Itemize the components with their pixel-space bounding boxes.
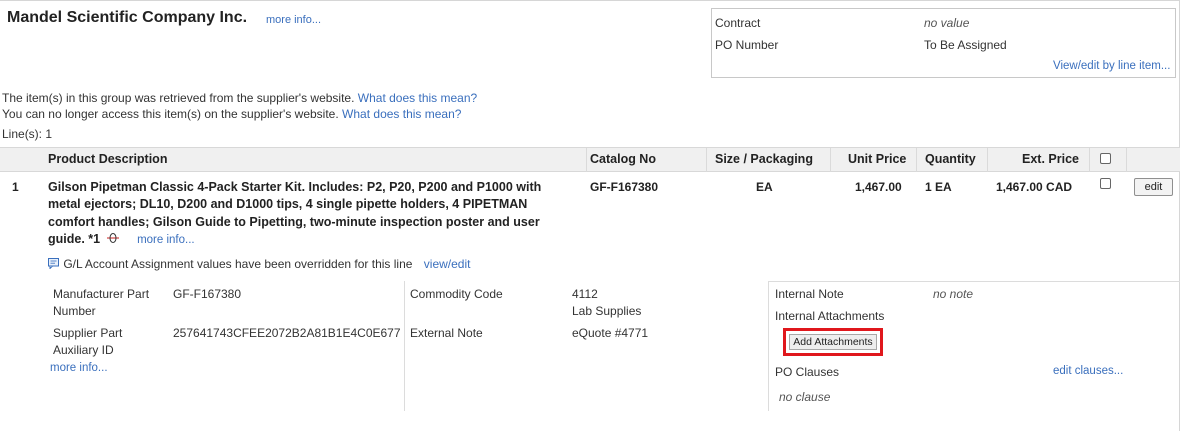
header-unit-price: Unit Price: [848, 152, 907, 166]
contract-label: Contract: [715, 16, 761, 30]
gl-notice: G/L Account Assignment values have been …: [48, 257, 470, 271]
flag-icon: [106, 232, 119, 243]
no-access-notice-text: You can no longer access this item(s) on…: [2, 107, 339, 121]
supplier-more-info-link[interactable]: more info...: [266, 14, 321, 26]
no-clause-text: no clause: [779, 390, 831, 404]
po-clauses-label: PO Clauses: [775, 365, 840, 379]
internal-attachments-label: Internal Attachments: [775, 309, 885, 323]
details-more-info-link[interactable]: more info...: [50, 362, 108, 374]
supplier-aux-label-2: Auxiliary ID: [53, 343, 114, 357]
retrieved-notice: The item(s) in this group was retrieved …: [2, 91, 477, 105]
mfr-part-value: GF-F167380: [173, 287, 242, 301]
no-access-notice: You can no longer access this item(s) on…: [2, 107, 461, 121]
product-more-info-link[interactable]: more info...: [137, 234, 195, 246]
lines-count: Line(s): 1: [2, 127, 53, 141]
header-catalog-no: Catalog No: [590, 152, 656, 166]
header-product-description: Product Description: [48, 152, 168, 166]
what-does-this-mean-link-2[interactable]: What does this mean?: [342, 107, 461, 121]
internal-note-label: Internal Note: [775, 287, 844, 301]
supplier-aux-value: 257641743CFEE2072B2A81B1E4C0E677: [173, 326, 401, 340]
product-description-text: Gilson Pipetman Classic 4-Pack Starter K…: [48, 180, 542, 246]
what-does-this-mean-link-1[interactable]: What does this mean?: [358, 91, 477, 105]
mfr-part-label-2: Number: [53, 304, 96, 318]
header-ext-price: Ext. Price: [1022, 152, 1079, 166]
contract-value: no value: [924, 16, 970, 30]
po-number-value: To Be Assigned: [924, 38, 1007, 52]
unit-price: 1,467.00: [855, 180, 902, 194]
commodity-code-description: Lab Supplies: [572, 304, 642, 318]
line-number: 1: [12, 180, 19, 194]
external-note-label: External Note: [410, 326, 483, 340]
line-checkbox[interactable]: [1100, 178, 1111, 189]
select-all-checkbox[interactable]: [1100, 153, 1111, 164]
gl-notice-text: G/L Account Assignment values have been …: [63, 257, 413, 271]
supplier-aux-label-1: Supplier Part: [53, 326, 123, 340]
commodity-code-label: Commodity Code: [410, 287, 503, 301]
comment-icon: [48, 258, 59, 270]
supplier-name: Mandel Scientific Company Inc.: [7, 9, 248, 26]
external-note-value: eQuote #4771: [572, 326, 649, 340]
size-packaging: EA: [756, 180, 773, 194]
po-number-label: PO Number: [715, 38, 779, 52]
add-attachments-button[interactable]: Add Attachments: [789, 334, 877, 350]
commodity-code-value: 4112: [572, 287, 598, 301]
mfr-part-label-1: Manufacturer Part: [53, 287, 150, 301]
edit-clauses-link[interactable]: edit clauses...: [1053, 365, 1123, 377]
product-description: Gilson Pipetman Classic 4-Pack Starter K…: [48, 179, 568, 249]
header-size-packaging: Size / Packaging: [715, 152, 813, 166]
catalog-no: GF-F167380: [590, 180, 659, 194]
quantity: 1 EA: [925, 180, 952, 194]
retrieved-notice-text: The item(s) in this group was retrieved …: [2, 91, 355, 105]
view-edit-by-line-item-link[interactable]: View/edit by line item...: [1053, 60, 1170, 72]
internal-note-value: no note: [933, 287, 974, 301]
gl-view-edit-link[interactable]: view/edit: [424, 257, 471, 271]
add-attachments-highlight: Add Attachments: [783, 328, 883, 356]
edit-button[interactable]: edit: [1134, 178, 1173, 196]
header-quantity: Quantity: [925, 152, 976, 166]
ext-price: 1,467.00 CAD: [996, 180, 1073, 194]
